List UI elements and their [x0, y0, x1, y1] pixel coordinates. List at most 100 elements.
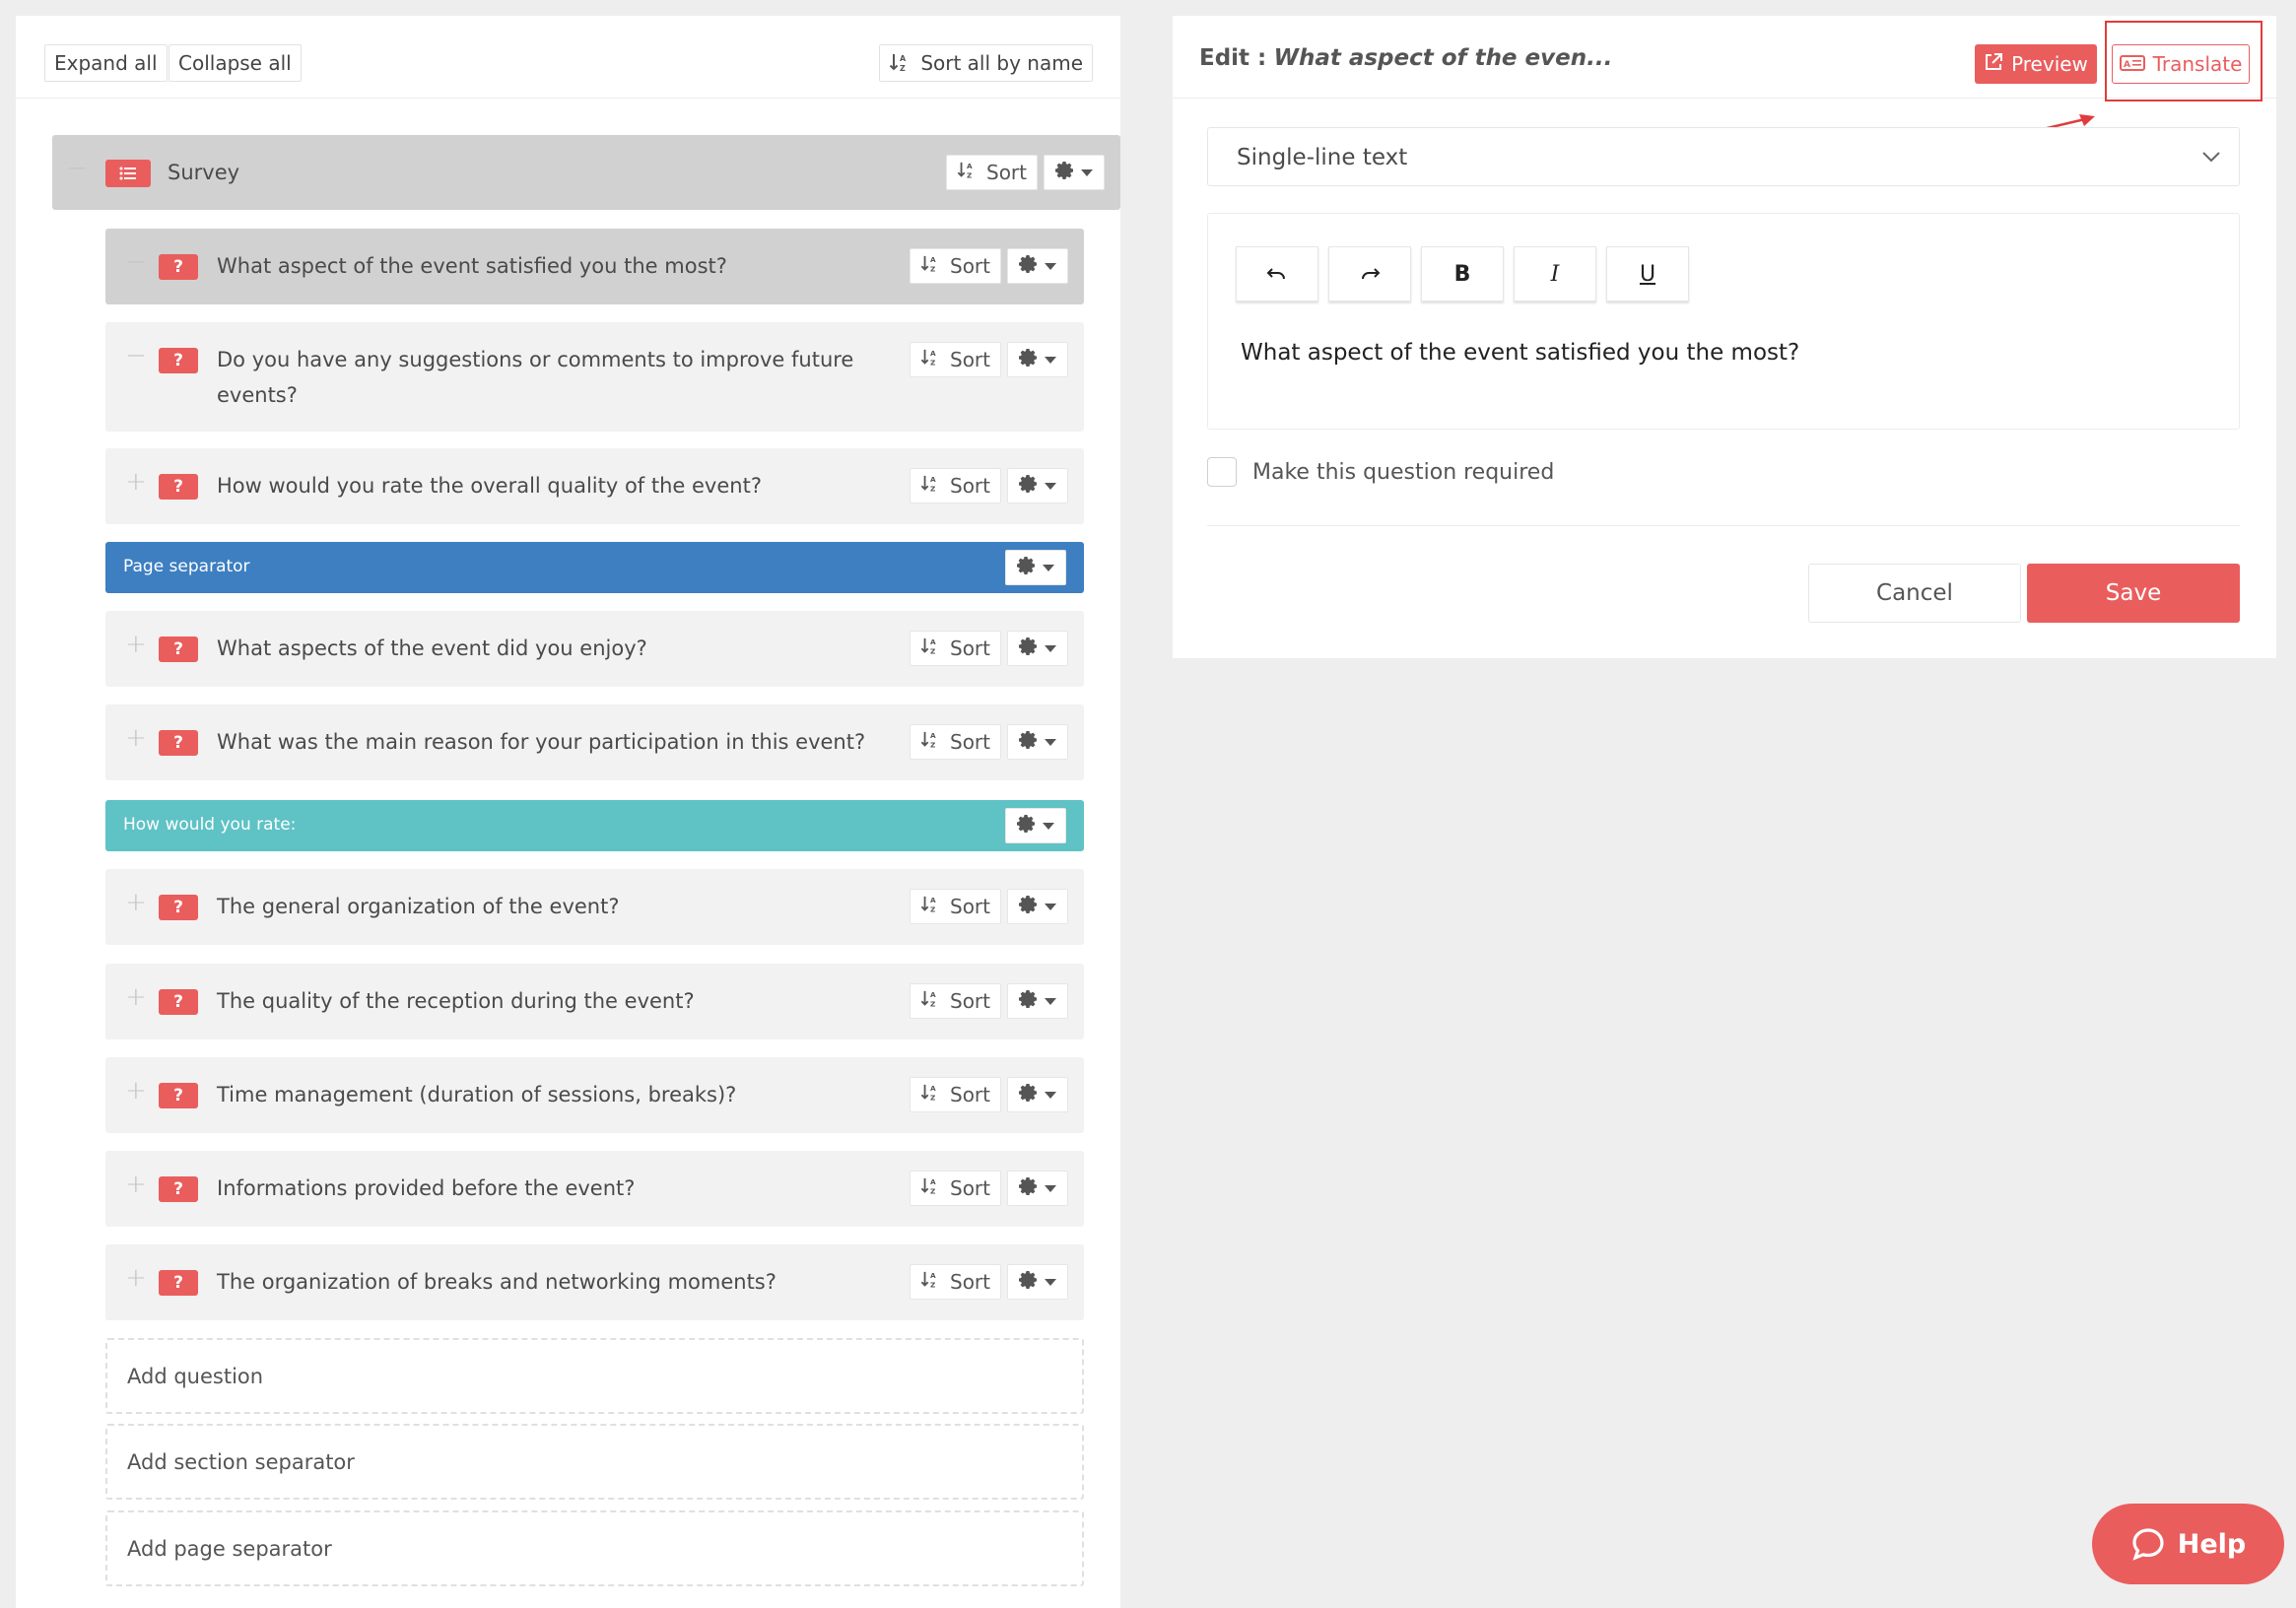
settings-dropdown-button[interactable] — [1007, 1077, 1068, 1112]
collapse-all-button[interactable]: Collapse all — [169, 44, 302, 82]
chevron-down-icon — [1045, 262, 1056, 270]
settings-dropdown-button[interactable] — [1007, 342, 1068, 377]
svg-text:A: A — [930, 896, 936, 904]
expand-toggle[interactable]: + — [125, 725, 147, 751]
save-button[interactable]: Save — [2027, 564, 2240, 623]
question-icon: ? — [159, 254, 198, 280]
collapse-toggle[interactable]: − — [66, 156, 88, 181]
question-row[interactable]: + ? The quality of the reception during … — [105, 964, 1084, 1039]
required-label[interactable]: Make this question required — [1252, 460, 1554, 485]
gear-icon — [1019, 348, 1039, 372]
gear-icon — [1019, 730, 1039, 755]
rich-text-editor[interactable]: B I U What aspect of the event satisfied… — [1207, 213, 2240, 430]
question-icon: ? — [159, 989, 198, 1015]
sort-label: Sort — [950, 254, 990, 278]
settings-dropdown-button[interactable] — [1007, 983, 1068, 1019]
question-type-value: Single-line text — [1237, 145, 1408, 170]
chevron-down-icon — [1045, 1184, 1056, 1192]
chevron-down-icon — [1043, 564, 1054, 571]
sort-button[interactable]: AZ Sort — [910, 248, 1001, 284]
question-row[interactable]: + ? What aspects of the event did you en… — [105, 611, 1084, 687]
question-icon: ? — [159, 895, 198, 920]
question-icon: ? — [159, 348, 198, 373]
settings-dropdown-button[interactable] — [1044, 155, 1105, 190]
required-checkbox[interactable] — [1207, 457, 1237, 487]
settings-dropdown-button[interactable] — [1007, 1171, 1068, 1206]
sort-button[interactable]: AZ Sort — [910, 1171, 1001, 1206]
preview-button[interactable]: Preview — [1975, 44, 2097, 84]
sort-button[interactable]: AZ Sort — [910, 631, 1001, 666]
settings-dropdown-button[interactable] — [1007, 1264, 1068, 1300]
sort-button[interactable]: AZ Sort — [910, 1264, 1001, 1300]
expand-all-button[interactable]: Expand all — [44, 44, 168, 82]
page-separator-row[interactable]: Page separator — [105, 542, 1084, 593]
question-row[interactable]: − ? What aspect of the event satisfied y… — [105, 229, 1084, 304]
add-section-separator-button[interactable]: Add section separator — [105, 1424, 1084, 1500]
sort-button[interactable]: AZ Sort — [910, 983, 1001, 1019]
expand-toggle[interactable]: + — [125, 890, 147, 915]
help-button[interactable]: Help — [2092, 1504, 2284, 1584]
external-link-icon — [1984, 52, 2003, 77]
undo-button[interactable] — [1236, 246, 1318, 302]
sort-all-by-name-button[interactable]: AZ Sort all by name — [879, 44, 1093, 82]
question-row[interactable]: + ? What was the main reason for your pa… — [105, 704, 1084, 780]
question-row[interactable]: + ? The organization of breaks and netwo… — [105, 1244, 1084, 1320]
cancel-button[interactable]: Cancel — [1808, 564, 2021, 623]
add-question-button[interactable]: Add question — [105, 1338, 1084, 1414]
question-row[interactable]: + ? The general organization of the even… — [105, 869, 1084, 945]
survey-root-row[interactable]: − Survey AZ Sort — [52, 135, 1120, 210]
expand-toggle[interactable]: + — [125, 1172, 147, 1197]
expand-toggle[interactable]: + — [125, 632, 147, 657]
sort-az-icon: AZ — [957, 161, 977, 185]
question-icon: ? — [159, 730, 198, 756]
underline-button[interactable]: U — [1606, 246, 1689, 302]
sort-button[interactable]: AZ Sort — [910, 889, 1001, 924]
settings-dropdown-button[interactable] — [1005, 550, 1066, 585]
svg-text:A: A — [930, 731, 936, 740]
gear-icon — [1019, 474, 1039, 499]
settings-dropdown-button[interactable] — [1007, 889, 1068, 924]
editor-toolbar: B I U — [1236, 246, 1689, 302]
question-row[interactable]: − ? Do you have any suggestions or comme… — [105, 322, 1084, 432]
question-row[interactable]: + ? Time management (duration of session… — [105, 1057, 1084, 1133]
collapse-toggle[interactable]: − — [125, 249, 147, 275]
redo-icon — [1362, 268, 1381, 280]
settings-dropdown-button[interactable] — [1007, 248, 1068, 284]
chevron-down-icon — [1045, 903, 1056, 910]
chevron-down-icon — [1045, 997, 1056, 1005]
sort-label: Sort — [950, 474, 990, 498]
add-page-separator-button[interactable]: Add page separator — [105, 1510, 1084, 1586]
italic-button[interactable]: I — [1514, 246, 1596, 302]
svg-text:A: A — [930, 349, 936, 358]
expand-toggle[interactable]: + — [125, 469, 147, 495]
question-type-select[interactable]: Single-line text — [1207, 127, 2240, 186]
question-row[interactable]: + ? Informations provided before the eve… — [105, 1151, 1084, 1227]
sort-button[interactable]: AZ Sort — [910, 724, 1001, 760]
expand-toggle[interactable]: + — [125, 1078, 147, 1104]
question-row[interactable]: + ? How would you rate the overall quali… — [105, 448, 1084, 524]
settings-dropdown-button[interactable] — [1007, 724, 1068, 760]
redo-button[interactable] — [1328, 246, 1411, 302]
collapse-toggle[interactable]: − — [125, 343, 147, 368]
bold-button[interactable]: B — [1421, 246, 1504, 302]
sort-button[interactable]: AZ Sort — [910, 1077, 1001, 1112]
svg-text:Z: Z — [930, 740, 935, 749]
sort-az-icon: AZ — [920, 989, 940, 1014]
section-separator-row[interactable]: How would you rate: — [105, 800, 1084, 851]
settings-dropdown-button[interactable] — [1005, 808, 1066, 843]
sort-button[interactable]: AZ Sort — [910, 342, 1001, 377]
sort-button[interactable]: AZ Sort — [910, 468, 1001, 503]
sort-az-icon: AZ — [920, 730, 940, 755]
undo-icon — [1266, 268, 1285, 280]
svg-text:Z: Z — [930, 646, 935, 655]
settings-dropdown-button[interactable] — [1007, 631, 1068, 666]
expand-toggle[interactable]: + — [125, 984, 147, 1010]
expand-toggle[interactable]: + — [125, 1265, 147, 1291]
question-label: How would you rate the overall quality o… — [217, 474, 762, 498]
editor-content[interactable]: What aspect of the event satisfied you t… — [1241, 340, 1799, 366]
settings-dropdown-button[interactable] — [1007, 468, 1068, 503]
question-label: What aspect of the event satisfied you t… — [217, 254, 727, 278]
sort-all-label: Sort all by name — [920, 51, 1083, 75]
chevron-down-icon — [1045, 1278, 1056, 1286]
sort-button[interactable]: AZ Sort — [946, 155, 1038, 190]
